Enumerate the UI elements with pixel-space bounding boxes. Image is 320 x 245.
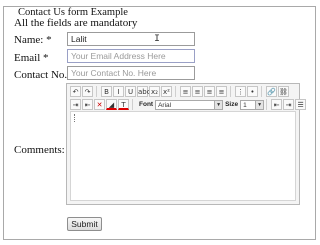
comments-textarea[interactable]	[70, 111, 296, 201]
justify-icon[interactable]: ≡	[216, 86, 227, 97]
redo-icon[interactable]: ↷	[82, 86, 93, 97]
text-color-icon[interactable]: T	[118, 99, 129, 110]
size-select[interactable]: 1 ▼	[240, 99, 265, 110]
name-label: Name: *	[14, 34, 52, 46]
link-icon[interactable]: 🔗	[266, 86, 277, 97]
font-select[interactable]: Arial ▼	[155, 99, 224, 110]
chevron-down-icon: ▼	[255, 100, 264, 109]
superscript-icon[interactable]: x²	[161, 86, 172, 97]
decrease-indent-icon[interactable]: ⇤	[271, 99, 283, 110]
align-left-icon[interactable]: ≡	[180, 86, 191, 97]
outdent-icon[interactable]: ⇤	[82, 99, 93, 110]
editor-caret	[74, 114, 76, 122]
text-cursor-icon: I	[154, 34, 161, 45]
chevron-down-icon: ▼	[214, 100, 223, 109]
undo-icon[interactable]: ↶	[70, 86, 81, 97]
strikethrough-icon[interactable]: abc	[137, 86, 151, 97]
rich-text-editor: ↶ ↷ B I Uabc x₂ x² ≡ ≡ ≡ ≡ ⋮ • 🔗 ⛓ ⇥ ⇤ ✕ ◢ T Font Arial ▼ …	[66, 83, 307, 205]
remove-format-icon[interactable]: ✕	[94, 99, 105, 110]
email-label: Email *	[14, 52, 49, 64]
submit-button[interactable]: Submit	[67, 217, 102, 231]
editor-toolbar-row-1: ↶ ↷ B I Uabc x₂ x² ≡ ≡ ≡ ≡ ⋮ • 🔗 ⛓	[70, 85, 290, 98]
bold-icon[interactable]: B	[101, 86, 112, 97]
align-right-icon[interactable]: ≡	[204, 86, 215, 97]
italic-icon[interactable]: I	[113, 86, 124, 97]
subscript-icon[interactable]: x₂	[149, 86, 160, 97]
indent-icon[interactable]: ⇥	[70, 99, 81, 110]
editor-toolbar-row-2: ⇥ ⇤ ✕ ◢ T Font Arial ▼ Size 1 ▼ ⇤ ⇥ ☰	[70, 98, 307, 111]
email-input[interactable]: Your Email Address Here	[67, 49, 195, 63]
increase-indent-icon[interactable]: ⇥	[283, 99, 295, 110]
name-input[interactable]: Lalit	[67, 32, 195, 46]
ordered-list-icon[interactable]: ⋮	[235, 86, 246, 97]
size-label: Size	[225, 101, 239, 108]
unlink-icon[interactable]: ⛓	[278, 86, 289, 97]
font-label: Font	[139, 101, 154, 108]
mandatory-note: All the fields are mandatory	[14, 17, 138, 29]
comments-label: Comments: *	[14, 144, 73, 156]
unordered-list-icon[interactable]: •	[247, 86, 258, 97]
align-center-icon[interactable]: ≡	[192, 86, 203, 97]
contact-input[interactable]: Your Contact No. Here	[67, 66, 195, 80]
size-select-value: 1	[243, 101, 247, 109]
underline-icon[interactable]: U	[125, 86, 136, 97]
highlight-color-icon[interactable]: ◢	[106, 99, 117, 110]
font-select-value: Arial	[158, 101, 172, 109]
horizontal-rule-icon[interactable]: ☰	[295, 99, 307, 110]
